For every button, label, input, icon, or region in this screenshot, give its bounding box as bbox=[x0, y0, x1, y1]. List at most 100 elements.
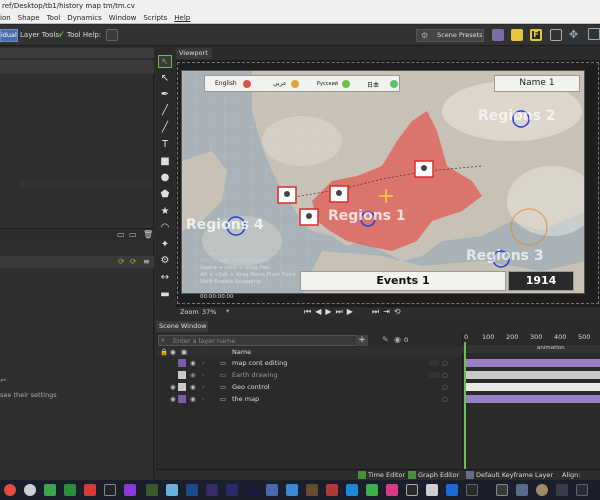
arc-tool-icon[interactable]: ◠ bbox=[159, 222, 171, 234]
rectangle-tool-icon[interactable]: ■ bbox=[159, 156, 171, 168]
layer-status-icon[interactable]: ○ bbox=[442, 393, 448, 405]
bar-tool-icon[interactable]: ▬ bbox=[159, 289, 171, 301]
camera-header-icon[interactable]: ▣ bbox=[181, 347, 187, 357]
taskbar-app-icon[interactable] bbox=[104, 484, 116, 496]
taskbar-app-icon[interactable] bbox=[536, 484, 548, 496]
taskbar-app-icon[interactable] bbox=[446, 484, 458, 496]
select-tool-icon[interactable]: ↖ bbox=[158, 55, 172, 68]
menu-item-dynamics[interactable]: Dynamics bbox=[67, 13, 102, 23]
pen-icon[interactable]: ✒ bbox=[159, 89, 171, 101]
tool-help-toggle[interactable] bbox=[106, 29, 118, 41]
layer-dots-icon[interactable] bbox=[428, 360, 440, 366]
tab-graph-editor[interactable]: Graph Editor bbox=[418, 471, 459, 479]
text-tool-icon[interactable]: T bbox=[159, 139, 171, 151]
folder-open-icon[interactable]: ▭ bbox=[129, 230, 137, 239]
eye-icon[interactable]: ◉ bbox=[190, 369, 196, 381]
visibility-header-icon[interactable]: ◉ bbox=[170, 347, 176, 357]
tab-viewport[interactable]: Viewport bbox=[176, 48, 212, 59]
move-icon[interactable]: ✥ bbox=[569, 28, 578, 41]
taskbar-photoshop-icon[interactable] bbox=[186, 484, 198, 496]
polygon-tool-icon[interactable]: ⬟ bbox=[159, 189, 171, 201]
menu-item-window[interactable]: Window bbox=[109, 13, 137, 23]
direct-select-icon[interactable]: ↖ bbox=[159, 73, 171, 85]
loop-controls[interactable]: ⏭⇥⟲ bbox=[372, 307, 405, 317]
layer-dots-icon[interactable] bbox=[428, 372, 440, 378]
eye-icon[interactable]: ◉ bbox=[190, 381, 196, 393]
layer-status-icon[interactable]: ○ bbox=[442, 369, 448, 381]
layer-status-icon[interactable]: ○ bbox=[442, 357, 448, 369]
visible-icon[interactable]: ◉ bbox=[170, 381, 176, 393]
taskbar-app-icon[interactable] bbox=[466, 484, 478, 496]
layers-icon[interactable] bbox=[511, 29, 523, 41]
keyframe-layer-select[interactable]: Default Keyframe Layer bbox=[476, 471, 553, 479]
zoom-dropdown-icon[interactable]: ▾ bbox=[226, 307, 229, 315]
layer-search-input[interactable]: ⌕ Enter a layer name bbox=[158, 335, 368, 346]
refresh-alt-icon[interactable]: ⟳ bbox=[130, 257, 137, 266]
taskbar-app-icon[interactable] bbox=[124, 484, 136, 496]
mode-button[interactable]: idual bbox=[0, 29, 18, 42]
timeline-bar[interactable] bbox=[466, 383, 600, 391]
taskbar-app-icon[interactable] bbox=[326, 484, 338, 496]
layer-status-icon[interactable]: ○ bbox=[442, 381, 448, 393]
menu-item-shape[interactable]: Shape bbox=[18, 13, 40, 23]
left-panel-search[interactable] bbox=[0, 60, 154, 74]
folder-icon[interactable]: ▭ bbox=[117, 230, 125, 239]
taskbar-premiere-icon[interactable] bbox=[206, 484, 218, 496]
timeline-bar[interactable] bbox=[466, 371, 600, 379]
arrows-tool-icon[interactable]: ↔ bbox=[159, 272, 171, 284]
timeline-ruler[interactable]: 0 100 200 300 400 500 bbox=[462, 332, 600, 344]
visible-icon[interactable]: ◉ bbox=[170, 393, 176, 405]
add-layer-button[interactable]: + bbox=[356, 335, 368, 346]
refresh-icon[interactable]: ⟳ bbox=[118, 257, 125, 266]
gear-tool-icon[interactable]: ⚙ bbox=[159, 255, 171, 267]
eye-icon[interactable]: ◉ bbox=[190, 357, 196, 369]
taskbar-app-icon[interactable] bbox=[556, 484, 568, 496]
taskbar-app-icon[interactable] bbox=[44, 484, 56, 496]
taskbar-app-icon[interactable] bbox=[166, 484, 178, 496]
sparkle-tool-icon[interactable]: ✦ bbox=[159, 239, 171, 251]
layer-row[interactable]: ◉ › ▭ Earth drawing ○ bbox=[156, 369, 462, 381]
taskbar-app-icon[interactable] bbox=[4, 484, 16, 496]
brush-tool-icon[interactable]: ╱ bbox=[159, 105, 171, 117]
taskbar-app-icon[interactable] bbox=[426, 484, 438, 496]
taskbar-app-icon[interactable] bbox=[286, 484, 298, 496]
taskbar-app-icon[interactable] bbox=[266, 484, 278, 496]
timeline-panel[interactable] bbox=[462, 332, 600, 480]
scene-presets-button[interactable]: ⚙ Scene Presets bbox=[416, 29, 484, 42]
expand-icon[interactable]: › bbox=[202, 381, 205, 393]
line-tool-icon[interactable]: ╱ bbox=[159, 122, 171, 134]
grid-icon[interactable] bbox=[550, 29, 562, 41]
taskbar-chrome-icon[interactable] bbox=[24, 484, 36, 496]
taskbar-app-icon[interactable] bbox=[346, 484, 358, 496]
brush-icon[interactable]: F bbox=[530, 29, 542, 41]
playback-controls[interactable]: ⏮◀▶⏭▶ bbox=[304, 307, 357, 317]
expand-icon[interactable]: › bbox=[202, 357, 205, 369]
transform-icon[interactable] bbox=[588, 28, 600, 40]
menu-item-help[interactable]: Help bbox=[174, 13, 190, 23]
menu-item-tool[interactable]: Tool bbox=[47, 13, 61, 23]
eye-icon[interactable]: ◉ bbox=[190, 393, 196, 405]
ellipse-tool-icon[interactable]: ● bbox=[159, 172, 171, 184]
expand-icon[interactable]: › bbox=[202, 393, 205, 405]
menu-item-scripts[interactable]: Scripts bbox=[143, 13, 167, 23]
layer-row[interactable]: ◉ › ▭ map cont editing ○ bbox=[156, 357, 462, 369]
menu-item-animation[interactable]: ion bbox=[0, 13, 11, 23]
taskbar-aftereffects-icon[interactable] bbox=[226, 484, 238, 496]
taskbar-app-icon[interactable] bbox=[146, 484, 158, 496]
check-icon[interactable]: ✓ bbox=[58, 29, 66, 42]
eye-filter-icon[interactable]: ◉ bbox=[394, 335, 401, 344]
taskbar-app-icon[interactable] bbox=[406, 484, 418, 496]
taskbar-app-icon[interactable] bbox=[84, 484, 96, 496]
layer-row[interactable]: ◉ ◉ › ▭ Geo control ○ bbox=[156, 381, 462, 393]
panel-icon[interactable] bbox=[492, 29, 504, 41]
timeline-bar[interactable] bbox=[466, 359, 600, 367]
taskbar-app-icon[interactable] bbox=[496, 484, 508, 496]
tab-scene-window[interactable]: Scene Window bbox=[156, 321, 208, 332]
taskbar-app-icon[interactable] bbox=[386, 484, 398, 496]
menu-icon[interactable]: ≡ bbox=[143, 257, 150, 266]
taskbar-app-icon[interactable] bbox=[366, 484, 378, 496]
taskbar-app-icon[interactable] bbox=[306, 484, 318, 496]
star-tool-icon[interactable]: ★ bbox=[159, 206, 171, 218]
taskbar-app-icon[interactable] bbox=[576, 484, 588, 496]
timeline-bar[interactable] bbox=[466, 395, 600, 403]
